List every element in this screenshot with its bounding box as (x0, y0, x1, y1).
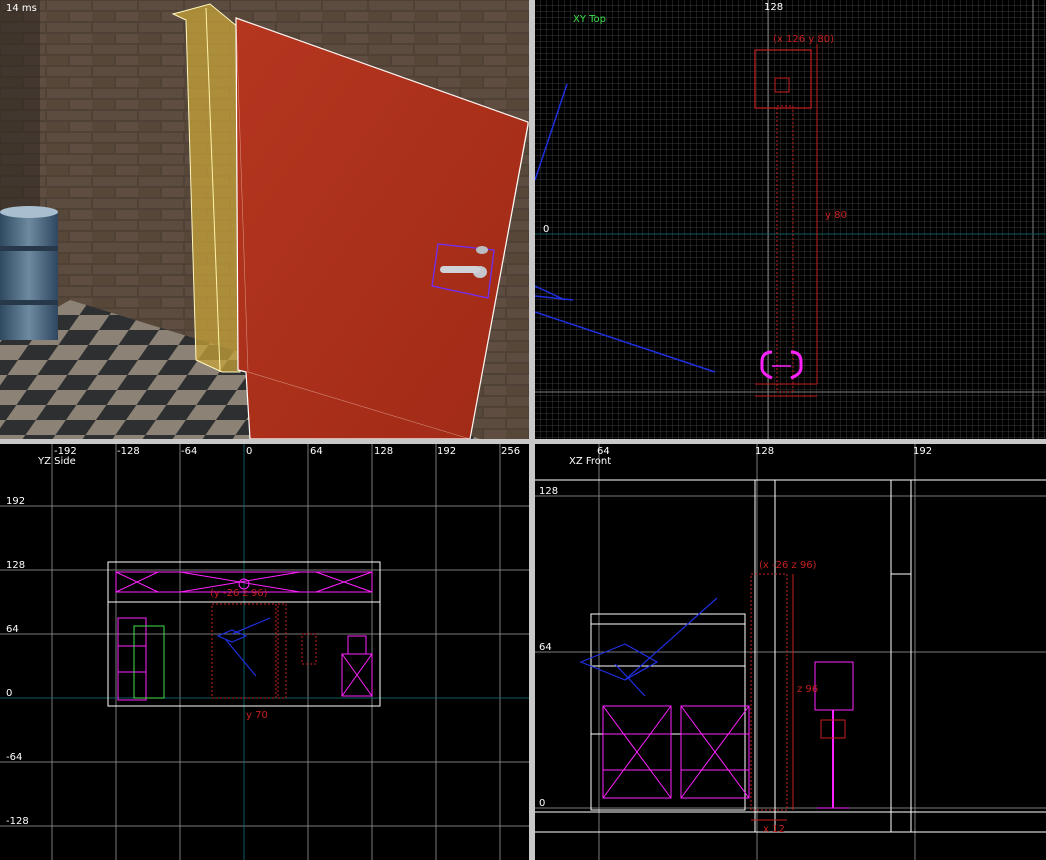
side-htick: 128 (374, 446, 393, 457)
side-vtick: -64 (6, 752, 22, 763)
front-size-x-annotation: x 12 (763, 824, 785, 835)
side-htick: 0 (246, 446, 252, 457)
front-walls (535, 479, 1046, 833)
camera-viewport[interactable]: 14 ms (0, 0, 529, 439)
top-hticks: 128 (764, 2, 783, 13)
side-grid (0, 444, 529, 860)
side-htick: -64 (181, 446, 197, 457)
front-shelf (590, 613, 746, 811)
frame-time-label: 14 ms (6, 3, 37, 14)
side-selection (211, 603, 317, 699)
front-htick: 128 (755, 446, 774, 457)
top-coord-annotation: (x 126 y 80) (773, 34, 834, 45)
side-wall-shadow (0, 0, 40, 230)
front-vtick: 0 (539, 798, 545, 809)
side-htick: 64 (310, 446, 323, 457)
side-vtick: -128 (6, 816, 29, 827)
front-size-z-annotation: z 96 (797, 684, 818, 695)
front-crates (602, 705, 750, 799)
front-vtick: 64 (539, 642, 552, 653)
side-size-annotation: y 70 (246, 710, 268, 721)
front-coord-annotation: (x -26 z 96) (759, 560, 817, 571)
front-htick: 192 (913, 446, 932, 457)
side-crates (341, 635, 373, 697)
top-vticks: 0 (543, 224, 549, 235)
front-lamp (814, 661, 854, 809)
front-vtick: 128 (539, 486, 558, 497)
side-htick: -128 (117, 446, 140, 457)
side-shelf (117, 617, 147, 701)
side-vtick: 0 (6, 688, 12, 699)
side-coord-annotation: (y -26 z 96) (210, 588, 268, 599)
camera-scene (0, 0, 529, 439)
front-viewport[interactable]: (x -26 z 96) z 96 x 12 64 128 192 128 64… (535, 444, 1046, 860)
grid-fine (535, 0, 1046, 439)
side-htick: 256 (501, 446, 520, 457)
front-blue-lines (579, 597, 718, 697)
top-viewport-label: XY Top (573, 14, 607, 25)
top-size-annotation: y 80 (825, 210, 847, 221)
side-viewport-label: YZ Side (38, 456, 76, 467)
front-viewport-label: XZ Front (569, 456, 612, 467)
side-vtick: 192 (6, 496, 25, 507)
barrel (0, 206, 58, 340)
top-viewport[interactable]: (x 126 y 80) y 80 128 0 XY Top (535, 0, 1046, 439)
side-htick: 192 (437, 446, 456, 457)
side-viewport[interactable]: y 70 (y -26 z 96) -192 -128 -64 0 64 128… (0, 444, 529, 860)
side-vtick: 64 (6, 624, 19, 635)
side-vtick: 128 (6, 560, 25, 571)
